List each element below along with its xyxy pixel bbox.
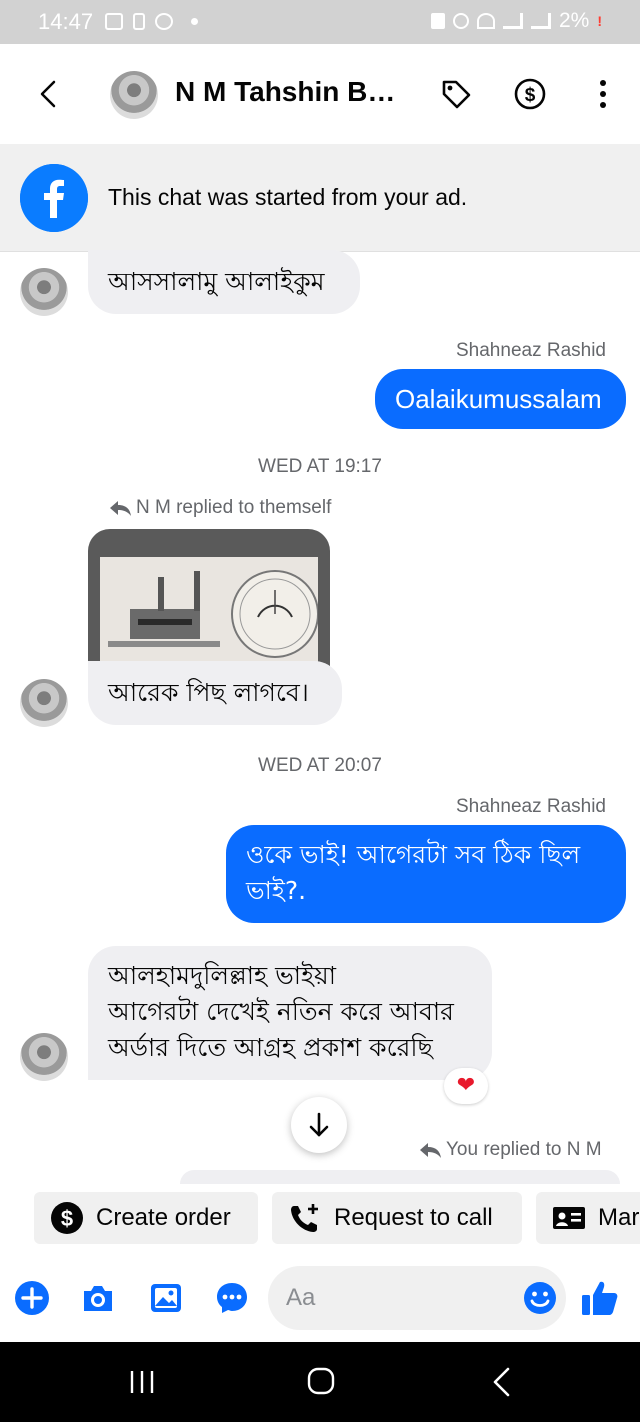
alert-notification-icon — [133, 13, 145, 30]
message-text: Oalaikumussalam — [395, 384, 602, 414]
message-composer: Aa — [0, 1254, 640, 1342]
android-navigation-bar — [0, 1342, 640, 1422]
outgoing-message[interactable]: Oalaikumussalam — [375, 369, 626, 429]
image-attachment[interactable] — [88, 529, 330, 679]
message-text-line: ওকে ভাই! আগেরটা সব ঠিক ছিল — [246, 840, 581, 869]
thumbs-up-icon[interactable] — [580, 1278, 620, 1318]
contact-card-icon — [553, 1207, 585, 1229]
plus-icon[interactable] — [14, 1280, 50, 1316]
scroll-to-bottom-button[interactable] — [291, 1097, 347, 1153]
notification-icons — [105, 13, 198, 30]
message-text: আসসালামু আলাইকুম — [108, 267, 325, 296]
message-text-line: আলহামদুলিল্লাহ ভাইয়া — [108, 961, 336, 990]
timestamp-divider: WED AT 20:07 — [258, 755, 382, 776]
timestamp-divider: WED AT 19:17 — [258, 456, 382, 477]
reply-arrow-icon — [420, 1143, 441, 1158]
message-text-line: আগেরটা দেখেই নতিন করে আবার — [108, 997, 454, 1026]
dollar-icon: $ — [51, 1202, 83, 1234]
create-order-button[interactable]: $ Create order — [34, 1192, 258, 1244]
request-to-call-button[interactable]: Request to call — [272, 1192, 522, 1244]
chat-bubble-icon[interactable] — [214, 1280, 250, 1316]
incoming-message[interactable]: আলহামদুলিল্লাহ ভাইয়া আগেরটা দেখেই নতিন … — [88, 946, 492, 1080]
message-text: আরেক পিছ লাগবে। — [108, 678, 309, 707]
back-nav-icon[interactable] — [488, 1366, 516, 1398]
sender-avatar[interactable] — [20, 1033, 68, 1081]
quick-actions-bar: $ Create order Request to call Mar — [0, 1184, 640, 1254]
status-bar: 14:47 2% ! — [0, 0, 640, 44]
message-text-line: ভাই?. — [246, 876, 307, 905]
reply-indicator-text: You replied to N M — [446, 1139, 602, 1160]
recent-apps-icon[interactable] — [128, 1368, 156, 1396]
message-input-placeholder: Aa — [286, 1284, 316, 1311]
facebook-logo-icon — [20, 164, 88, 232]
incoming-message[interactable]: আরেক পিছ লাগবে। — [88, 661, 342, 725]
home-icon[interactable] — [306, 1366, 336, 1396]
battery-low-icon: ! — [597, 13, 602, 29]
ad-origin-banner: This chat was started from your ad. — [0, 144, 640, 252]
camera-icon[interactable] — [80, 1280, 116, 1316]
reply-indicator: N M replied to themself — [108, 497, 331, 519]
message-text-line: অর্ডার দিতে আগ্রহ প্রকাশ করেছি — [108, 1033, 433, 1062]
partial-message-bubble — [180, 1170, 620, 1184]
more-notifications-dot-icon — [191, 18, 198, 25]
sender-avatar[interactable] — [20, 268, 68, 316]
back-icon[interactable] — [34, 74, 62, 114]
mark-label: Mar — [598, 1204, 640, 1231]
gallery-notification-icon — [105, 13, 123, 30]
reply-arrow-icon — [110, 501, 131, 516]
alarm-icon — [452, 13, 469, 29]
svg-text:$: $ — [61, 1206, 73, 1231]
mark-button[interactable]: Mar — [536, 1192, 640, 1244]
signal-4g-icon — [530, 13, 551, 29]
payment-dollar-icon[interactable]: $ — [512, 76, 548, 112]
sender-name-label: Shahneaz Rashid — [456, 340, 606, 361]
hotspot-icon — [476, 13, 495, 29]
arrow-down-icon — [309, 1112, 329, 1137]
sender-avatar[interactable] — [20, 679, 68, 727]
system-indicators: 2% ! — [430, 9, 602, 33]
emoji-icon[interactable] — [522, 1280, 558, 1316]
image-content — [100, 557, 319, 677]
reply-indicator: You replied to N M — [418, 1139, 602, 1161]
incoming-message[interactable]: আসসালামু আলাইকুম — [88, 250, 360, 314]
phone-add-icon — [291, 1204, 318, 1232]
contact-avatar[interactable] — [110, 71, 158, 119]
gallery-icon[interactable] — [148, 1280, 184, 1316]
reply-indicator-text: N M replied to themself — [136, 497, 332, 518]
battery-level: 2% — [558, 9, 590, 32]
outgoing-message[interactable]: ওকে ভাই! আগেরটা সব ঠিক ছিল ভাই?. — [226, 825, 626, 923]
sender-name-label: Shahneaz Rashid — [456, 796, 606, 817]
heart-reaction-icon[interactable]: ❤ — [444, 1068, 488, 1104]
lock-icon — [430, 13, 445, 29]
request-to-call-label: Request to call — [334, 1204, 493, 1231]
create-order-label: Create order — [96, 1204, 231, 1231]
kaaba-clock-image — [100, 557, 319, 677]
label-tag-icon[interactable] — [438, 76, 474, 112]
signal-icon — [502, 13, 523, 29]
status-time: 14:47 — [38, 9, 94, 34]
more-options-icon[interactable] — [585, 76, 621, 112]
chat-header: N M Tahshin B… $ — [0, 44, 640, 144]
chrome-notification-icon — [155, 13, 173, 30]
contact-name[interactable]: N M Tahshin B… — [175, 76, 395, 108]
svg-text:$: $ — [525, 85, 536, 106]
ad-banner-text: This chat was started from your ad. — [108, 184, 468, 210]
